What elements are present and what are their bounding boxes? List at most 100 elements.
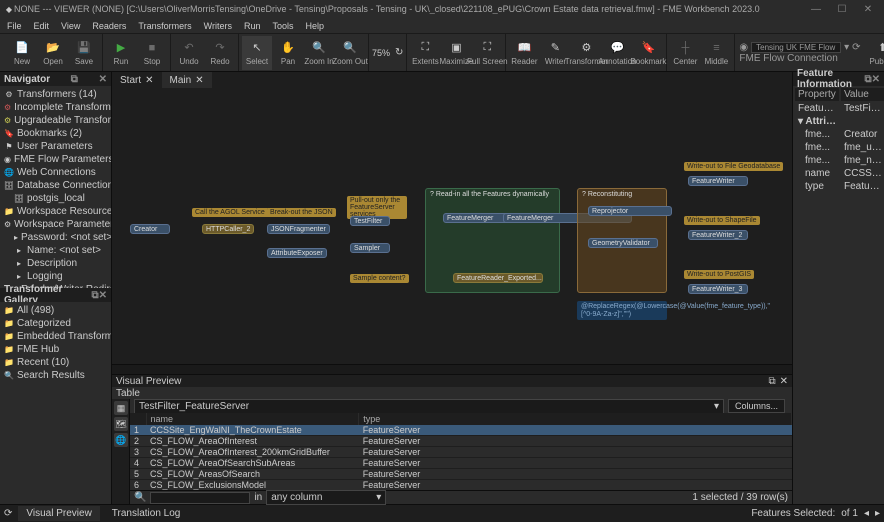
undock-icon[interactable]: ⧉ (91, 290, 98, 301)
close-icon[interactable]: ✕ (780, 376, 788, 387)
nav-db-conn[interactable]: 🗄Database Connections (1) (0, 179, 111, 192)
table-row[interactable]: 5CS_FLOW_AreasOfSearchFeatureServer (130, 469, 792, 480)
center-button[interactable]: ┼Center (670, 36, 700, 70)
gallery-embedded[interactable]: 📁Embedded Transformers (0, 330, 111, 343)
minimize-button[interactable]: — (804, 1, 828, 17)
nav-bookmarks[interactable]: 🔖Bookmarks (2) (0, 127, 111, 140)
run-button[interactable]: ▶Run (106, 36, 136, 70)
redo-button[interactable]: ↷Redo (205, 36, 235, 70)
pan-button[interactable]: ✋Pan (273, 36, 303, 70)
globe-icon[interactable]: 🌐 (114, 433, 128, 447)
stop-button[interactable]: ■Stop (137, 36, 167, 70)
table-row[interactable]: 1CCSSite_EngWalNI_TheCrownEstateFeatureS… (130, 425, 792, 436)
gallery-tree[interactable]: 📁All (498) 📁Categorized 📁Embedded Transf… (0, 302, 111, 504)
property-row[interactable]: nameCCSSite_EngWal... (795, 168, 884, 179)
zoomout-button[interactable]: 🔍Zoom Out (335, 36, 365, 70)
table-row[interactable]: 4CS_FLOW_AreaOfSearchSubAreasFeatureServ… (130, 458, 792, 469)
fme-flow-connection[interactable]: ◉Tensing UK FME Flow▾⟳ FME Flow Connecti… (735, 34, 864, 71)
table-row[interactable]: 6CS_FLOW_ExclusionsModelFeatureServer (130, 480, 792, 491)
bookmark-button[interactable]: 🔖Bookmark (633, 36, 663, 70)
node-reprojector[interactable]: Reprojector (588, 206, 672, 216)
annotation[interactable]: Sample content? (350, 274, 409, 283)
gallery-categorized[interactable]: 📁Categorized (0, 317, 111, 330)
undock-icon[interactable]: ⧉ (768, 376, 775, 387)
nav-transformers[interactable]: ⚙Transformers (14) (0, 88, 111, 101)
menu-help[interactable]: Help (300, 21, 329, 31)
col-idx[interactable] (130, 413, 146, 425)
gallery-search[interactable]: 🔍Search Results (0, 369, 111, 382)
tab-main[interactable]: Main✕ (162, 72, 212, 88)
refresh-icon[interactable]: ↻ (395, 47, 403, 58)
node-fw1[interactable]: FeatureWriter (688, 176, 748, 186)
zoom-percent[interactable]: 75% (372, 48, 390, 58)
open-button[interactable]: 📂Open (38, 36, 68, 70)
property-row[interactable]: Feature ...TestFilter_Featur... (795, 103, 884, 114)
zoomin-button[interactable]: 🔍Zoom In (304, 36, 334, 70)
tab-start[interactable]: Start✕ (112, 72, 162, 88)
property-row[interactable]: ▾ Attribu... (795, 116, 884, 127)
close-icon[interactable]: ✕ (872, 74, 880, 85)
annotation[interactable]: Write-out to PostGIS (684, 270, 754, 279)
gallery-hub[interactable]: 📁FME Hub (0, 343, 111, 356)
nav-user-params[interactable]: ⚑User Parameters (0, 140, 111, 153)
node-fw2[interactable]: FeatureWriter_2 (688, 230, 748, 240)
node-json[interactable]: JSONFragmenter (267, 224, 330, 234)
annotation-button[interactable]: 💬Annotation (602, 36, 632, 70)
table-tab[interactable]: Table (116, 388, 140, 399)
prev-icon[interactable]: ◂ (864, 508, 869, 519)
feature-type-dropdown[interactable]: TestFilter_FeatureServer▾ (134, 399, 724, 414)
new-button[interactable]: 📄New (7, 36, 37, 70)
nav-upgradeable[interactable]: ⚙Upgradeable Transformers (1) (0, 114, 111, 127)
menu-run[interactable]: Run (239, 21, 266, 31)
nav-db-child[interactable]: 🗄postgis_local (0, 192, 111, 205)
nav-password[interactable]: ▸Password: <not set> (0, 231, 111, 244)
undo-button[interactable]: ↶Undo (174, 36, 204, 70)
preview-table[interactable]: name type 1CCSSite_EngWalNI_TheCrownEsta… (130, 413, 792, 490)
columns-button[interactable]: Columns... (728, 399, 785, 413)
canvas-scrollbar-h[interactable] (112, 364, 792, 374)
nav-desc[interactable]: ▸Description (0, 257, 111, 270)
node-featurereader[interactable]: FeatureReader_Exported... (453, 273, 543, 283)
col-name[interactable]: name (146, 413, 359, 425)
menu-writers[interactable]: Writers (199, 21, 237, 31)
status-tab-visual[interactable]: Visual Preview (18, 506, 99, 521)
annotation[interactable]: Write-out to File Geodatabase (684, 162, 783, 171)
refresh-icon[interactable]: ⟳ (4, 508, 12, 519)
maximize-button[interactable]: ☐ (830, 1, 854, 17)
nav-web-conn[interactable]: 🌐Web Connections (0, 166, 111, 179)
select-button[interactable]: ↖Select (242, 36, 272, 70)
middle-button[interactable]: ≡Middle (701, 36, 731, 70)
search-icon[interactable]: 🔍 (134, 492, 146, 503)
node-sampler[interactable]: Sampler (350, 243, 390, 253)
property-row[interactable]: fme...Creator (795, 129, 884, 140)
property-row[interactable]: fme...fme_undefined (795, 142, 884, 153)
annotation[interactable]: Call the AGOL Service list (192, 208, 278, 217)
annotation[interactable]: Write-out to ShapeFile (684, 216, 760, 225)
menu-edit[interactable]: Edit (29, 21, 55, 31)
bookmark-reconst[interactable]: ? Reconstituting Reprojector GeometryVal… (577, 188, 667, 293)
nav-ws-resources[interactable]: 📁Workspace Resources (0, 205, 111, 218)
annotation-dark[interactable]: @ReplaceRegex(@Lowercase(@Value(fme_feat… (577, 301, 667, 320)
filter-column-dropdown[interactable]: any column▾ (266, 490, 386, 505)
extents-button[interactable]: ⛶Extents (410, 36, 440, 70)
menu-transformers[interactable]: Transformers (133, 21, 196, 31)
menu-readers[interactable]: Readers (87, 21, 131, 31)
status-tab-log[interactable]: Translation Log (104, 506, 189, 521)
nav-logging[interactable]: ▸Logging (0, 270, 111, 283)
nav-incomplete[interactable]: ⚙Incomplete Transformers (1) (0, 101, 111, 114)
close-icon[interactable]: ✕ (99, 290, 107, 301)
node-testfilter[interactable]: TestFilter (350, 216, 390, 226)
filter-input[interactable] (150, 492, 250, 504)
workspace-canvas[interactable]: Call the AGOL Service list Break-out the… (112, 88, 792, 364)
transformer-button[interactable]: ⚙Transformer (571, 36, 601, 70)
save-button[interactable]: 💾Save (69, 36, 99, 70)
close-icon[interactable]: ✕ (145, 75, 153, 86)
node-http[interactable]: HTTPCaller_2 (202, 224, 254, 234)
feature-info-table[interactable]: PropertyValue Feature ...TestFilter_Feat… (793, 86, 884, 194)
publish-button[interactable]: ⬆Publish (868, 36, 884, 70)
node-geomvalidator[interactable]: GeometryValidator (588, 238, 658, 248)
menu-file[interactable]: File (2, 21, 27, 31)
node-creator[interactable]: Creator (130, 224, 170, 234)
next-icon[interactable]: ▸ (875, 508, 880, 519)
node-fw3[interactable]: FeatureWriter_3 (688, 284, 748, 294)
